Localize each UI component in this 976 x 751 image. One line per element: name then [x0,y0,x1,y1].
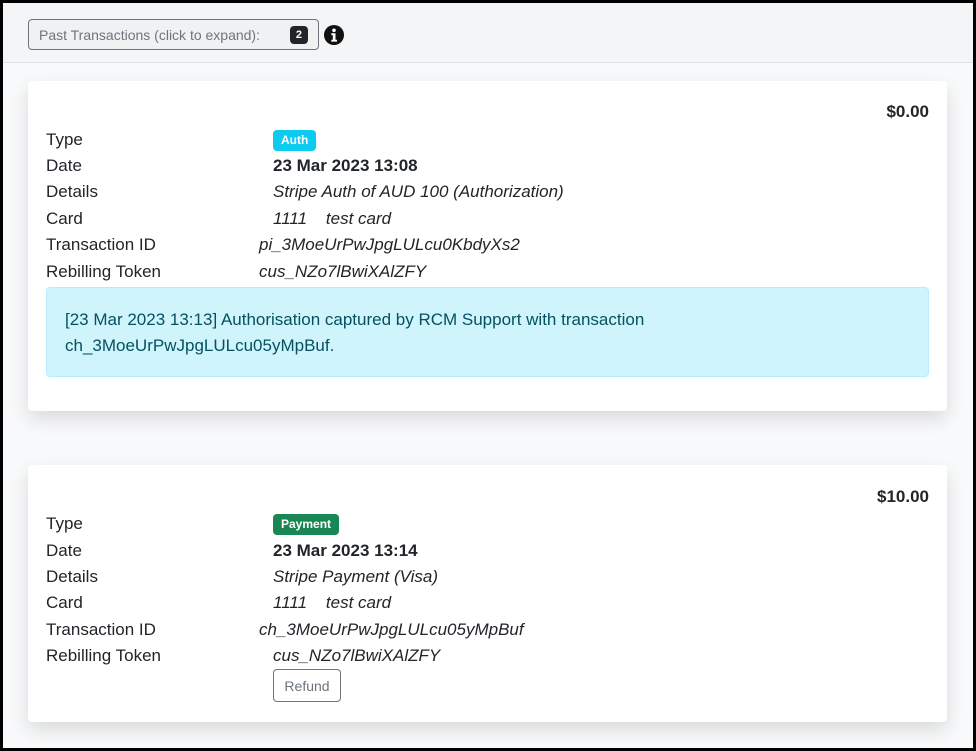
card-label: Card [46,209,83,228]
refund-button[interactable]: Refund [273,669,341,702]
transaction-id-label: Transaction ID [46,235,156,254]
transaction-card-auth: $0.00 Type Auth Date 23 Mar 2023 13:08 D… [28,81,947,411]
type-label: Type [46,130,83,149]
rebilling-token-label: Rebilling Token [46,646,161,665]
details-value: Stripe Payment (Visa) [273,567,439,586]
past-transactions-count-badge: 2 [289,25,308,44]
details-value: Stripe Auth of AUD 100 (Authorization) [273,182,564,201]
transaction-card-payment: $10.00 Type Payment Date 23 Mar 2023 13:… [28,465,947,722]
transaction-amount: $0.00 [886,102,929,121]
transaction-id-value: pi_3MoeUrPwJpgLULcu0KbdyXs2 [259,235,520,254]
transaction-amount: $10.00 [877,487,929,506]
transactions-header: Past Transactions (click to expand): 2 [3,3,973,63]
details-label: Details [46,182,98,201]
date-label: Date [46,541,82,560]
past-transactions-label: Past Transactions (click to expand): [39,26,260,43]
date-value: 23 Mar 2023 13:08 [273,156,418,175]
info-circle-icon[interactable] [323,24,345,46]
rebilling-token-label: Rebilling Token [46,262,161,281]
details-label: Details [46,567,98,586]
card-label: Card [46,593,83,612]
date-label: Date [46,156,82,175]
card-value: 1111 test card [273,593,392,612]
type-label: Type [46,514,83,533]
rebilling-token-value: cus_NZo7lBwiXAlZFY [273,646,441,665]
date-value: 23 Mar 2023 13:14 [273,541,418,560]
transaction-id-value: ch_3MoeUrPwJpgLULcu05yMpBuf [259,620,524,639]
type-badge: Auth [273,130,317,151]
type-badge: Payment [273,514,340,535]
card-value: 1111 test card [273,209,392,228]
rebilling-token-value: cus_NZo7lBwiXAlZFY [259,262,427,281]
transaction-id-label: Transaction ID [46,620,156,639]
capture-note-alert: [23 Mar 2023 13:13] Authorisation captur… [46,287,929,377]
past-transactions-toggle-button[interactable]: Past Transactions (click to expand): 2 [28,19,319,50]
